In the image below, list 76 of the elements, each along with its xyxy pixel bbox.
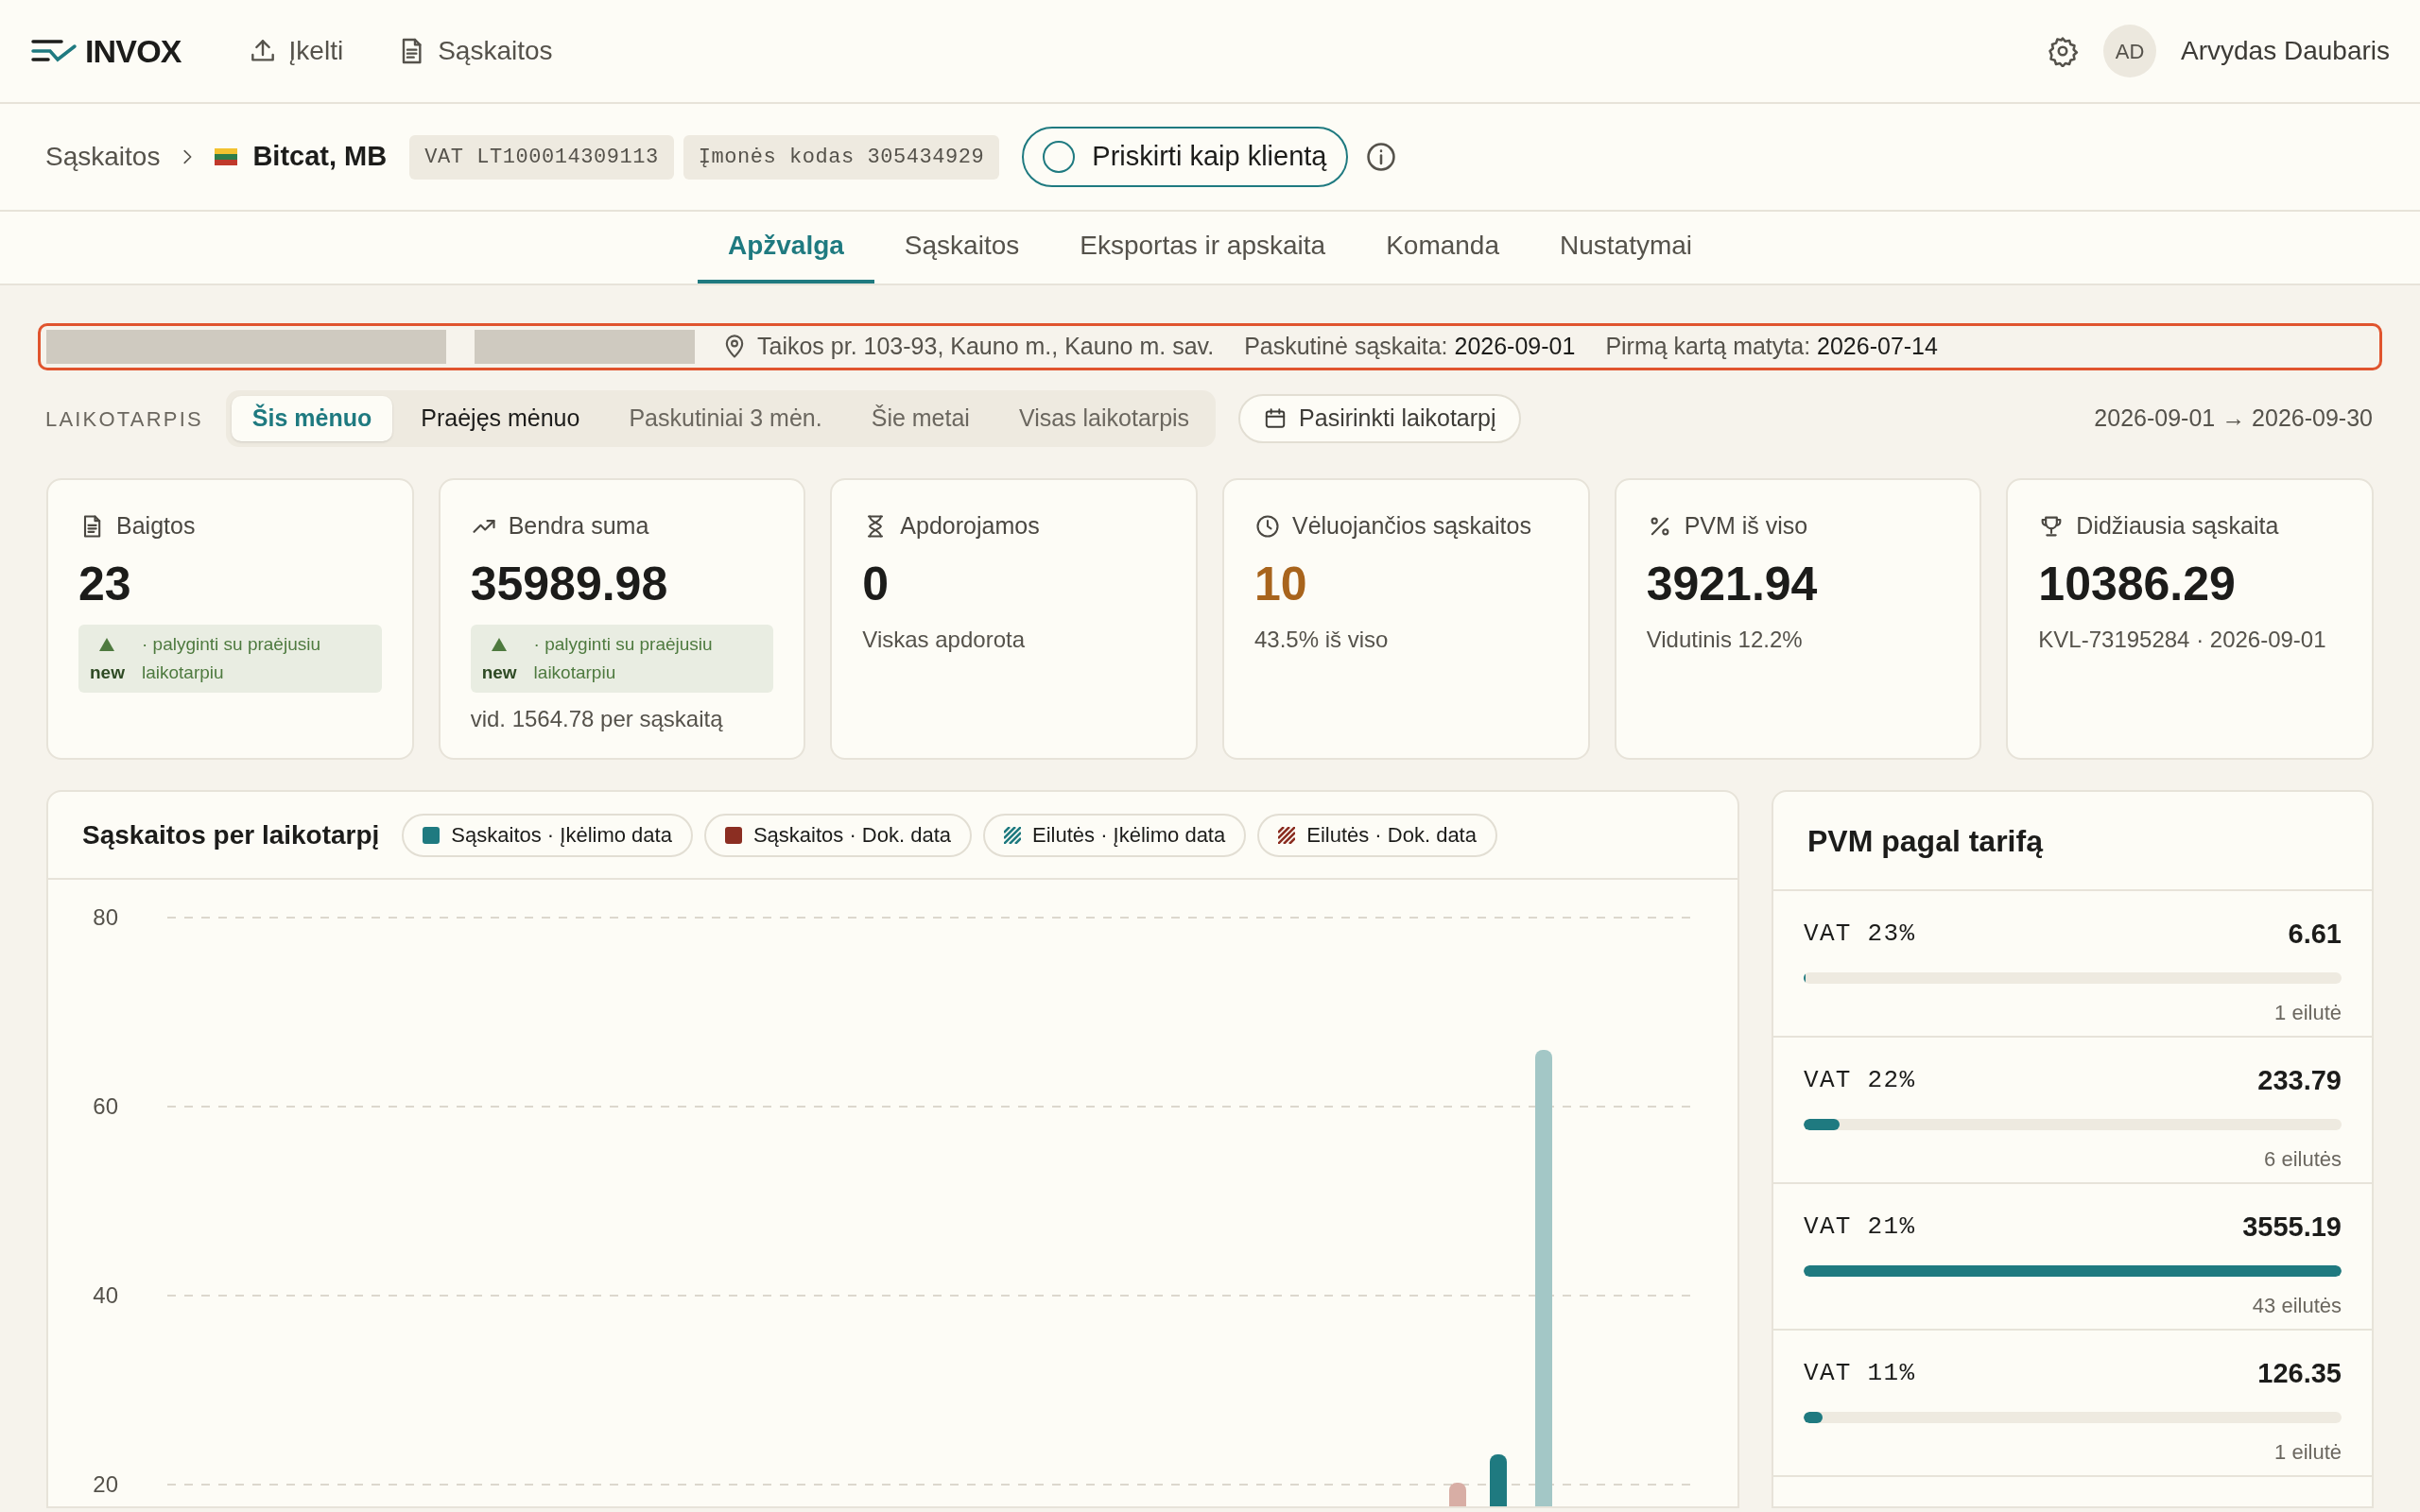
nav-link[interactable]: Įkelti xyxy=(247,31,344,71)
card-title: Baigtos xyxy=(116,511,196,541)
card-title: Didžiausia sąskaita xyxy=(2076,511,2279,541)
triangle-up-icon xyxy=(99,637,115,651)
period-label: LAIKOTARPIS xyxy=(45,405,203,433)
date-range: 2026-09-01 → 2026-09-30 xyxy=(2094,404,2374,434)
period-option[interactable]: Šis mėnuo xyxy=(231,396,393,441)
legend-item[interactable]: Eilutės · Dok. data xyxy=(1257,813,1497,857)
card-note: vid. 1564.78 per sąskaitą xyxy=(470,704,724,733)
card-value: 23 xyxy=(78,556,132,612)
flag-icon xyxy=(215,148,238,165)
card-title: Bendra suma xyxy=(508,511,649,541)
axis-tick-label: 20 xyxy=(93,1471,118,1497)
nav-link[interactable]: Sąskaitos xyxy=(396,31,553,71)
axis-tick-label: 40 xyxy=(93,1282,118,1308)
id-badge: VAT LT100014309113 xyxy=(409,134,674,180)
vat-rate-label: VAT 11% xyxy=(1804,1358,1916,1390)
address-text: Taikos pr. 103-93, Kauno m., Kauno m. sav. xyxy=(757,332,1215,362)
vat-rate-label: VAT 23% xyxy=(1804,919,1916,951)
vat-amount: 233.79 xyxy=(2257,1064,2342,1097)
info-fact: Paskutinė sąskaita: 2026-09-01 xyxy=(1244,332,1576,362)
card-note: KVL-73195284 · 2026-09-01 xyxy=(2038,625,2327,654)
new-label: new xyxy=(481,661,517,684)
info-icon[interactable] xyxy=(1364,141,1397,173)
tab[interactable]: Eksportas ir apskaita xyxy=(1049,212,1357,284)
panel-title: PVM pagal tarifą xyxy=(1807,822,2043,860)
tab[interactable]: Apžvalga xyxy=(697,212,874,284)
radio-icon xyxy=(1043,141,1076,173)
card-value: 10386.29 xyxy=(2038,556,2237,612)
info-fact: Pirmą kartą matyta: 2026-07-14 xyxy=(1605,332,1938,362)
vat-rate-label: VAT 21% xyxy=(1804,1211,1916,1244)
card-value: 10 xyxy=(1254,556,1308,612)
period-option[interactable]: Šie metai xyxy=(850,396,991,441)
assign-client-button[interactable]: Priskirti kaip klientą xyxy=(1022,127,1348,187)
legend-item[interactable]: Sąskaitos · Dok. data xyxy=(703,813,972,857)
row-count: 43 eilutės xyxy=(2252,1292,2342,1319)
card-value: 0 xyxy=(862,556,890,612)
clock-icon xyxy=(1254,512,1281,540)
new-label: new xyxy=(90,661,125,684)
settings-icon[interactable] xyxy=(2047,35,2079,67)
card-note: Viskas apdorota xyxy=(862,625,1026,654)
card-value: 3921.94 xyxy=(1646,556,1819,612)
id-badge: Įmonės kodas 305434929 xyxy=(683,134,1000,180)
period-option[interactable]: Visas laikotarpis xyxy=(997,396,1211,441)
card-title: Apdorojamos xyxy=(900,511,1040,541)
breadcrumb-link[interactable]: Sąskaitos xyxy=(45,137,161,177)
vat-rate-label: VAT 22% xyxy=(1804,1065,1916,1097)
triangle-up-icon xyxy=(492,637,508,651)
tab[interactable]: Komanda xyxy=(1356,212,1530,284)
legend-item[interactable]: Sąskaitos · Įkėlimo data xyxy=(402,813,693,857)
card-title: PVM iš viso xyxy=(1684,511,1808,541)
row-count: 1 eilutė xyxy=(2274,999,2342,1026)
logo-text: INVOX xyxy=(85,31,182,71)
card-note: Vidutinis 12.2% xyxy=(1646,625,1804,654)
tab[interactable]: Nustatymai xyxy=(1530,212,1723,284)
chart-title: Sąskaitos per laikotarpį xyxy=(82,818,380,851)
axis-tick-label: 80 xyxy=(93,904,118,930)
vat-amount: 3555.19 xyxy=(2242,1211,2342,1244)
row-count: 1 eilutė xyxy=(2274,1438,2342,1466)
comparison-text: · palyginti su praėjusiu laikotarpiu xyxy=(141,632,321,684)
user-avatar[interactable]: AD xyxy=(2103,25,2156,77)
card-value: 35989.98 xyxy=(470,556,669,612)
comparison-text: · palyginti su praėjusiu laikotarpiu xyxy=(533,632,714,684)
period-option[interactable]: Paskutiniai 3 mėn. xyxy=(608,396,843,441)
tab[interactable]: Sąskaitos xyxy=(873,212,1050,284)
custom-period-button[interactable]: Pasirinkti laikotarpį xyxy=(1238,394,1521,443)
user-name[interactable]: Arvydas Daubaris xyxy=(2181,31,2390,71)
period-option[interactable]: Praėjęs mėnuo xyxy=(400,396,601,441)
legend-item[interactable]: Eilutės · Įkėlimo data xyxy=(983,813,1247,857)
card-title: Vėluojančios sąskaitos xyxy=(1292,511,1531,541)
axis-tick-label: 60 xyxy=(93,1093,118,1119)
vat-amount: 126.35 xyxy=(2257,1357,2342,1390)
vat-amount: 6.61 xyxy=(2288,918,2342,951)
row-count: 6 eilutės xyxy=(2264,1145,2342,1173)
card-note: 43.5% iš viso xyxy=(1254,625,1390,654)
company-name: Bitcat, MB xyxy=(252,140,388,174)
